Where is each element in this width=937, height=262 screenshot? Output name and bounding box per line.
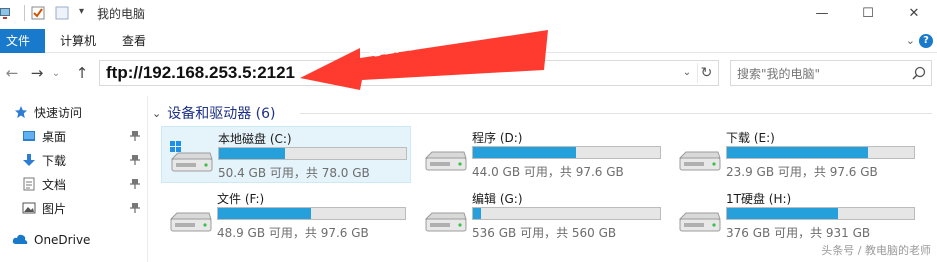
section-title: 设备和驱动器 (6): [167, 106, 276, 122]
sidebar-item-label: 桌面: [42, 129, 67, 144]
drive-tile[interactable]: 程序 (D:) 44.0 GB 可用，共 97.6 GB: [416, 126, 666, 183]
sidebar-item-label: 快速访问: [34, 105, 83, 120]
drive-usage-fill: [727, 147, 869, 158]
collapse-chevron-icon[interactable]: ⌄: [152, 107, 161, 120]
recent-locations-dropdown[interactable]: ⌄: [50, 63, 62, 83]
drive-usage-bar: [217, 207, 406, 220]
drive-tile[interactable]: 下载 (E:) 23.9 GB 可用，共 97.6 GB: [670, 126, 920, 183]
tab-file[interactable]: 文件: [0, 29, 45, 53]
sidebar-item-label: 图片: [42, 201, 67, 216]
drive-name: 程序 (D:): [472, 131, 523, 145]
drive-name: 本地磁盘 (C:): [218, 132, 292, 146]
drive-free-space: 23.9 GB 可用，共 97.6 GB: [726, 165, 878, 179]
sidebar-item-documents[interactable]: 文档: [22, 173, 148, 195]
ribbon-expand-icon[interactable]: ⌄: [906, 34, 915, 47]
sidebar-item-label: 文档: [42, 177, 67, 192]
cloud-icon: [12, 233, 28, 247]
hard-drive-icon: [168, 141, 214, 175]
tab-computer[interactable]: 计算机: [48, 29, 108, 53]
drive-tile[interactable]: 本地磁盘 (C:) 50.4 GB 可用，共 78.0 GB: [161, 126, 411, 183]
sidebar-item-onedrive[interactable]: OneDrive: [12, 229, 148, 251]
pin-icon[interactable]: [130, 130, 140, 145]
drive-name: 1T硬盘 (H:): [726, 192, 792, 206]
quick-access-toolbar: ▾: [0, 4, 106, 22]
drive-usage-fill: [473, 208, 482, 219]
devices-section-header[interactable]: ⌄ 设备和驱动器 (6): [152, 103, 276, 123]
drive-tile[interactable]: 1T硬盘 (H:) 376 GB 可用，共 931 GB: [670, 187, 920, 244]
pin-icon[interactable]: [130, 178, 140, 193]
new-folder-icon[interactable]: [55, 6, 69, 20]
window-title: 我的电脑: [97, 7, 146, 21]
drive-usage-fill: [473, 147, 576, 158]
watermark: 头条号 / 教电脑的老师: [821, 244, 931, 257]
properties-icon[interactable]: [31, 6, 45, 20]
star-icon: [14, 105, 28, 119]
drive-usage-bar: [218, 147, 407, 160]
forward-button[interactable]: →: [27, 63, 47, 83]
drive-free-space: 48.9 GB 可用，共 97.6 GB: [217, 226, 369, 240]
sidebar-item-pictures[interactable]: 图片: [22, 197, 148, 219]
search-box[interactable]: [730, 60, 932, 86]
drive-free-space: 50.4 GB 可用，共 78.0 GB: [218, 166, 370, 180]
navigation-pane: 快速访问 桌面 下载 文档 图片 OneDrive: [0, 96, 148, 262]
drive-free-space: 376 GB 可用，共 931 GB: [726, 226, 871, 240]
drive-free-space: 536 GB 可用，共 560 GB: [472, 226, 617, 240]
search-icon[interactable]: [912, 66, 926, 80]
close-button[interactable]: ✕: [891, 0, 937, 27]
drive-usage-bar: [472, 146, 661, 159]
tab-view[interactable]: 查看: [110, 29, 158, 53]
drive-usage-bar: [472, 207, 661, 220]
drive-tile[interactable]: 文件 (F:) 48.9 GB 可用，共 97.6 GB: [161, 187, 411, 244]
drive-usage-bar: [726, 207, 915, 220]
sidebar-item-downloads[interactable]: 下载: [22, 149, 148, 171]
sidebar-item-desktop[interactable]: 桌面: [22, 125, 148, 147]
picture-icon: [22, 201, 36, 215]
hard-drive-icon: [422, 140, 468, 174]
qat-dropdown-icon[interactable]: ▾: [79, 6, 89, 20]
hard-drive-icon: [167, 201, 213, 235]
hard-drive-icon: [676, 201, 722, 235]
hard-drive-icon: [422, 201, 468, 235]
help-icon[interactable]: ?: [919, 34, 933, 48]
computer-app-icon[interactable]: [0, 6, 14, 20]
up-button[interactable]: ↑: [72, 63, 92, 83]
hard-drive-icon: [676, 140, 722, 174]
document-icon: [22, 177, 36, 191]
windows-logo: [170, 141, 181, 152]
refresh-button[interactable]: ↻: [697, 63, 715, 83]
minimize-button[interactable]: —: [799, 0, 845, 27]
pin-icon[interactable]: [130, 154, 140, 169]
drive-name: 下载 (E:): [726, 131, 775, 145]
drive-usage-bar: [726, 146, 915, 159]
drive-name: 文件 (F:): [217, 192, 265, 206]
sidebar-item-quick-access[interactable]: 快速访问: [14, 101, 162, 123]
drive-usage-fill: [219, 148, 286, 159]
section-divider: [300, 113, 932, 114]
drive-name: 编辑 (G:): [472, 192, 523, 206]
download-icon: [22, 153, 36, 167]
address-dropdown-icon[interactable]: ⌄: [680, 65, 694, 81]
sidebar-item-label: OneDrive: [34, 233, 91, 247]
back-button[interactable]: ←: [2, 63, 22, 83]
window-controls: — ☐ ✕: [799, 0, 937, 27]
drive-free-space: 44.0 GB 可用，共 97.6 GB: [472, 165, 624, 179]
maximize-button[interactable]: ☐: [845, 0, 891, 27]
drive-usage-fill: [218, 208, 312, 219]
drive-usage-fill: [727, 208, 839, 219]
desktop-icon: [22, 129, 36, 143]
search-input[interactable]: [737, 65, 907, 83]
pin-icon[interactable]: [130, 202, 140, 217]
sidebar-item-label: 下载: [42, 153, 67, 168]
drive-tile[interactable]: 编辑 (G:) 536 GB 可用，共 560 GB: [416, 187, 666, 244]
toolbar-divider: [24, 5, 25, 21]
